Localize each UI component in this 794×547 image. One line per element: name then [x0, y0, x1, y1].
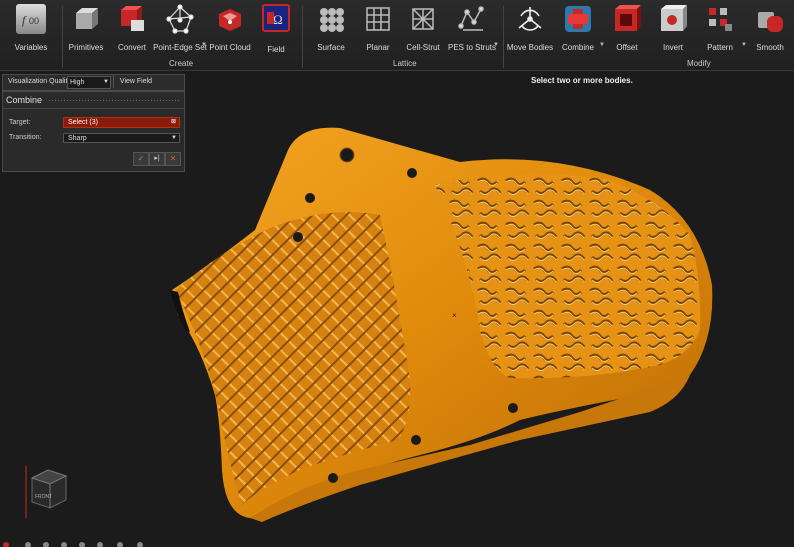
- close-icon: ✕: [169, 154, 177, 163]
- pes-to-struts-icon: [457, 4, 487, 34]
- view-tools-icons[interactable]: [3, 542, 143, 547]
- pes-to-struts-button[interactable]: PES to Struts ▼: [441, 4, 503, 52]
- chevron-down-icon: ▼: [171, 135, 177, 141]
- chevron-down-icon: ▼: [103, 79, 109, 85]
- smooth-button[interactable]: Smooth: [739, 4, 794, 52]
- svg-text:FRONT: FRONT: [35, 494, 52, 500]
- smooth-label: Smooth: [756, 43, 784, 52]
- transition-select[interactable]: Sharp ▼: [63, 133, 180, 143]
- clear-selection-icon[interactable]: ⊠: [171, 118, 176, 127]
- field-button[interactable]: Ω Field: [245, 4, 307, 54]
- svg-text:Ω: Ω: [273, 12, 283, 27]
- svg-text:×: ×: [452, 311, 457, 320]
- point-cloud-icon: [215, 4, 245, 34]
- planar-lattice-icon: [363, 4, 393, 34]
- target-label: Target:: [9, 119, 31, 126]
- combine-panel: Combine Target: Select (3) ⊠ Transition:…: [2, 91, 185, 172]
- smooth-icon: [755, 4, 785, 34]
- group-label-lattice: Lattice: [393, 59, 417, 68]
- view-cube[interactable]: FRONT: [18, 458, 78, 538]
- variables-icon: f 00: [16, 4, 46, 34]
- offset-icon: [612, 4, 642, 34]
- variables-button[interactable]: f 00 Variables: [0, 4, 62, 52]
- gyroid-lattice-region: [435, 173, 701, 379]
- target-select-field[interactable]: Select (3) ⊠: [63, 117, 180, 128]
- combine-panel-title: Combine: [6, 95, 43, 105]
- field-icon: Ω: [262, 4, 290, 32]
- primitives-icon: [71, 4, 101, 34]
- combine-panel-title-bar[interactable]: Combine: [3, 92, 184, 109]
- status-hint: Select two or more bodies.: [531, 76, 633, 85]
- group-label-create: Create: [169, 59, 194, 68]
- target-value: Select (3): [68, 119, 98, 126]
- point-edge-set-icon: [165, 4, 195, 34]
- visualization-quality-bar: Visualization Quality High ▼ View Field: [2, 74, 185, 91]
- transition-label: Transition:: [9, 134, 42, 141]
- pattern-icon: [705, 4, 735, 34]
- check-icon: ✓: [137, 154, 145, 163]
- view-field-button[interactable]: View Field: [113, 75, 158, 88]
- visualization-quality-value: High: [70, 79, 85, 86]
- field-label: Field: [267, 45, 285, 54]
- apply-next-icon: ▸|: [154, 155, 160, 162]
- diamond-knurl-region: [176, 211, 411, 505]
- part-body[interactable]: [172, 127, 713, 518]
- visualization-quality-select[interactable]: High ▼: [67, 76, 111, 89]
- cancel-button[interactable]: ✕: [165, 152, 181, 166]
- variables-label: Variables: [14, 43, 48, 52]
- convert-icon: [117, 4, 147, 34]
- visualization-quality-label: Visualization Quality: [8, 78, 71, 85]
- apply-next-button[interactable]: ▸|: [149, 152, 165, 166]
- mount-hole: [339, 147, 355, 163]
- drag-handle[interactable]: [48, 99, 180, 102]
- bottom-toolbar: [3, 542, 143, 547]
- surface-lattice-icon: [316, 4, 346, 34]
- ribbon-toolbar: f 00 Variables Primitives Convert Point-E…: [0, 0, 794, 71]
- apply-button[interactable]: ✓: [133, 152, 149, 166]
- move-bodies-icon: [515, 4, 545, 34]
- cell-strut-icon: [408, 4, 438, 34]
- combine-icon: [563, 4, 593, 34]
- svg-text:00: 00: [29, 16, 39, 26]
- invert-icon: [658, 4, 688, 34]
- svg-text:f: f: [22, 13, 27, 27]
- group-label-modify: Modify: [687, 59, 711, 68]
- transition-value: Sharp: [68, 135, 87, 142]
